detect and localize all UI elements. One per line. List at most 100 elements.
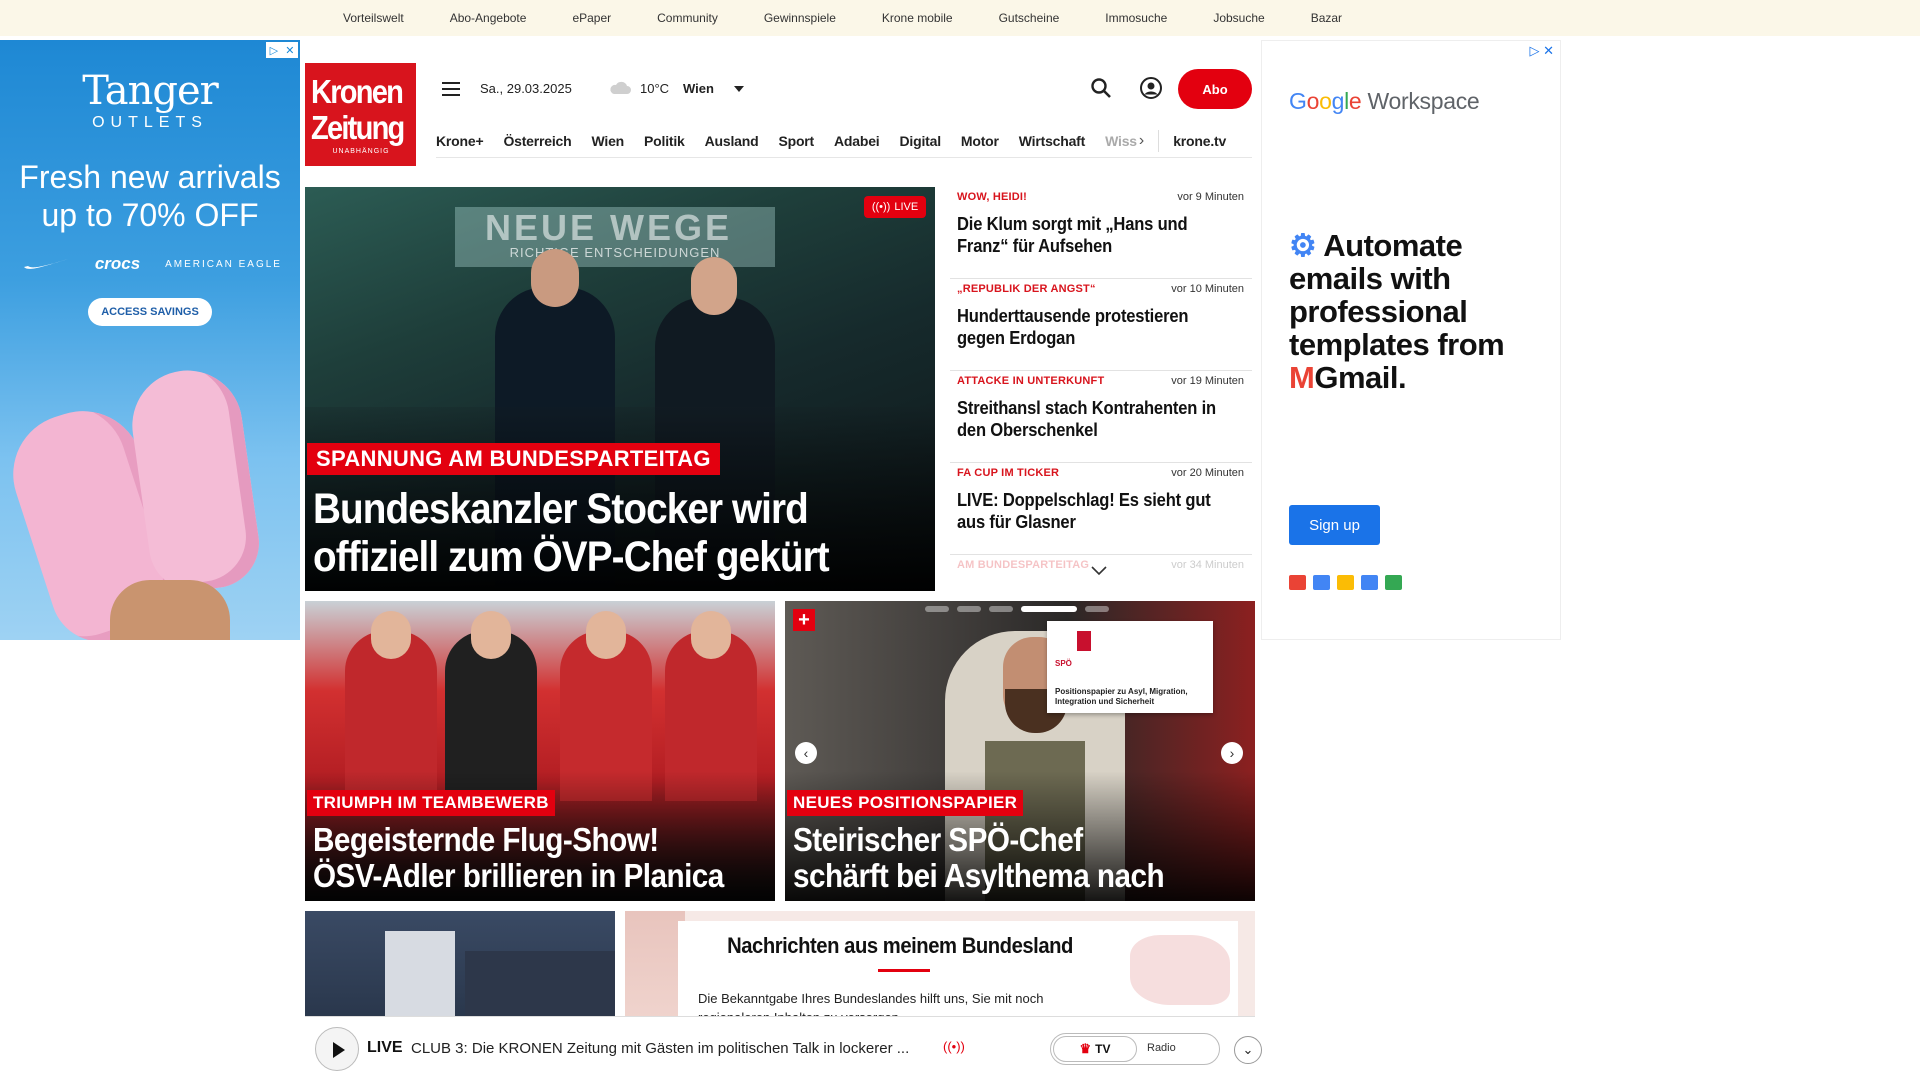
carousel-next-icon[interactable]: › (1221, 742, 1243, 764)
nav-item-adabei[interactable]: Adabei (834, 133, 880, 149)
news-kicker: FA CUP IM TICKER (957, 467, 1060, 479)
gmail-icon: M (1289, 360, 1315, 395)
ad-sign-up-button[interactable]: Sign up (1289, 505, 1380, 545)
live-player-bar: LIVE CLUB 3: Die KRONEN Zeitung mit Gäst… (305, 1016, 1262, 1080)
chevron-right-icon[interactable]: › (1139, 132, 1144, 150)
site-header: Sa., 29.03.2025 10°C Wien Abo (440, 64, 1252, 114)
google-app-icons (1289, 575, 1402, 590)
news-time: vor 19 Minuten (1171, 375, 1244, 387)
utility-link-community[interactable]: Community (657, 11, 718, 25)
tv-radio-toggle[interactable]: ♛ TV Radio (1050, 1033, 1220, 1065)
news-headline[interactable]: Die Klum sorgt mit „Hans und Franz“ für … (957, 213, 1224, 257)
hero-article[interactable]: RICHTIGE ENTSCHEIDUNGEN NEUE WEGE ((•)) … (305, 187, 935, 591)
news-headline[interactable]: LIVE: Doppelschlag! Es sieht gut aus für… (957, 489, 1224, 533)
hero-kicker: SPANNUNG AM BUNDESPARTEITAG (307, 443, 720, 475)
latest-news-list: WOW, HEIDI! vor 9 Minuten Die Klum sorgt… (950, 187, 1252, 591)
teaser-image-position-paper: SPÖ Positionspapier zu Asyl, Migration, … (1047, 621, 1213, 713)
adchoices-icon[interactable]: ▷ ✕ (266, 42, 298, 58)
carousel-dot[interactable] (957, 606, 981, 612)
carousel-dot-active[interactable] (1021, 606, 1077, 612)
play-button[interactable] (315, 1027, 359, 1071)
nav-item-krone-tv[interactable]: krone.tv (1173, 133, 1226, 149)
ad-access-savings-button[interactable]: ACCESS SAVINGS (88, 298, 212, 326)
google-workspace-logo: Google Workspace (1289, 88, 1480, 114)
menu-icon[interactable] (442, 82, 460, 96)
cloud-icon (610, 81, 631, 94)
top-utility-bar: Vorteilswelt Abo-Angebote ePaper Communi… (0, 0, 1920, 36)
ad-gmail-text: Gmail. (1314, 360, 1407, 395)
utility-link-vorteilswelt[interactable]: Vorteilswelt (343, 11, 404, 25)
abo-button[interactable]: Abo (1178, 69, 1252, 109)
city-selector[interactable]: Wien (683, 81, 714, 96)
crown-icon: ♛ (1079, 1041, 1092, 1056)
current-date: Sa., 29.03.2025 (480, 81, 572, 96)
account-icon[interactable] (1139, 76, 1163, 100)
carousel-pagination (925, 606, 1109, 612)
title-underline (878, 969, 930, 972)
carousel-dot[interactable] (925, 606, 949, 612)
news-headline[interactable]: Streithansl stach Kontrahenten in den Ob… (957, 397, 1224, 441)
logo-line-2: Zeitung (311, 109, 405, 146)
austria-map-icon (1130, 935, 1230, 1005)
news-headline[interactable]: Hunderttausende protestieren gegen Erdog… (957, 305, 1224, 349)
utility-link-gutscheine[interactable]: Gutscheine (999, 11, 1060, 25)
krone-plus-icon: + (793, 609, 815, 631)
nav-item-digital[interactable]: Digital (900, 133, 942, 149)
utility-link-epaper[interactable]: ePaper (572, 11, 611, 25)
nav-item-wissen[interactable]: Wiss (1105, 133, 1137, 149)
chevron-down-icon[interactable]: ⌄ (1234, 1036, 1262, 1064)
utility-link-gewinnspiele[interactable]: Gewinnspiele (764, 11, 836, 25)
hero-title[interactable]: Bundeskanzler Stocker wird offiziell zum… (313, 485, 864, 581)
teaser-article[interactable]: TRIUMPH IM TEAMBEWERB Begeisternde Flug-… (305, 601, 775, 901)
nav-item-krone-plus[interactable]: Krone+ (436, 133, 484, 149)
utility-link-bazar[interactable]: Bazar (1311, 11, 1342, 25)
ad-hand-image (110, 580, 230, 640)
news-item[interactable]: ATTACKE IN UNTERKUNFT vor 19 Minuten Str… (950, 371, 1252, 463)
teaser-carousel[interactable]: SPÖ Positionspapier zu Asyl, Migration, … (785, 601, 1255, 901)
teaser-title[interactable]: Begeisternde Flug-Show! ÖSV-Adler brilli… (313, 822, 727, 894)
nav-item-motor[interactable]: Motor (961, 133, 999, 149)
nav-item-wirtschaft[interactable]: Wirtschaft (1019, 133, 1086, 149)
left-advertisement[interactable]: ▷ ✕ Tanger OUTLETS Fresh new arrivals up … (0, 40, 300, 640)
right-advertisement[interactable]: ▷ ✕ Google Workspace ⚙ Automate emails w… (1261, 40, 1561, 640)
news-item[interactable]: WOW, HEIDI! vor 9 Minuten Die Klum sorgt… (950, 187, 1252, 279)
american-eagle-logo: AMERICAN EAGLE (165, 258, 282, 270)
ad-headline-line-1: Fresh new arrivals (19, 159, 281, 195)
google-workspace-logo-text: Workspace (1367, 88, 1480, 114)
paper-text: Positionspapier zu Asyl, Migration, Inte… (1055, 687, 1188, 706)
teaser-title-line-1: Begeisternde Flug-Show! (313, 821, 659, 858)
nav-item-oesterreich[interactable]: Österreich (503, 133, 571, 149)
live-badge-label: LIVE (894, 201, 919, 213)
kronen-zeitung-logo[interactable]: Kronen Zeitung UNABHÄNGIG (305, 63, 416, 166)
utility-link-jobsuche[interactable]: Jobsuche (1213, 11, 1264, 25)
news-kicker: ATTACKE IN UNTERKUNFT (957, 375, 1105, 387)
chevron-down-icon[interactable] (1090, 565, 1108, 577)
news-item[interactable]: FA CUP IM TICKER vor 20 Minuten LIVE: Do… (950, 463, 1252, 555)
meet-icon (1385, 575, 1402, 590)
utility-link-krone-mobile[interactable]: Krone mobile (882, 11, 953, 25)
teaser-kicker: NEUES POSITIONSPAPIER (787, 790, 1024, 816)
news-time: vor 9 Minuten (1177, 191, 1244, 203)
radio-option[interactable]: Radio (1147, 1042, 1176, 1054)
news-kicker: „REPUBLIK DER ANGST“ (957, 283, 1096, 295)
teaser-title[interactable]: Steirischer SPÖ-Chef schärft bei Asylthe… (793, 822, 1207, 894)
adchoices-icon[interactable]: ▷ ✕ (1529, 43, 1554, 59)
ad-brand: Tanger (82, 68, 219, 114)
nav-item-sport[interactable]: Sport (778, 133, 814, 149)
player-program-text[interactable]: CLUB 3: Die KRONEN Zeitung mit Gästen im… (411, 1040, 941, 1057)
utility-link-abo-angebote[interactable]: Abo-Angebote (450, 11, 527, 25)
search-icon[interactable] (1090, 77, 1112, 99)
utility-link-immosuche[interactable]: Immosuche (1105, 11, 1167, 25)
carousel-dot[interactable] (989, 606, 1013, 612)
ad-headline: ⚙ Automate emails with professional temp… (1289, 229, 1551, 394)
tv-option[interactable]: ♛ TV (1053, 1036, 1137, 1062)
hero-title-line-1: Bundeskanzler Stocker wird (313, 485, 809, 533)
carousel-dot[interactable] (1085, 606, 1109, 612)
carousel-prev-icon[interactable]: ‹ (795, 742, 817, 764)
teaser-title-line-2: schärft bei Asylthema nach (793, 857, 1165, 894)
news-item[interactable]: „REPUBLIK DER ANGST“ vor 10 Minuten Hund… (950, 279, 1252, 371)
chevron-down-icon[interactable] (734, 86, 744, 92)
nav-item-ausland[interactable]: Ausland (705, 133, 759, 149)
nav-item-wien[interactable]: Wien (591, 133, 624, 149)
nav-item-politik[interactable]: Politik (644, 133, 685, 149)
